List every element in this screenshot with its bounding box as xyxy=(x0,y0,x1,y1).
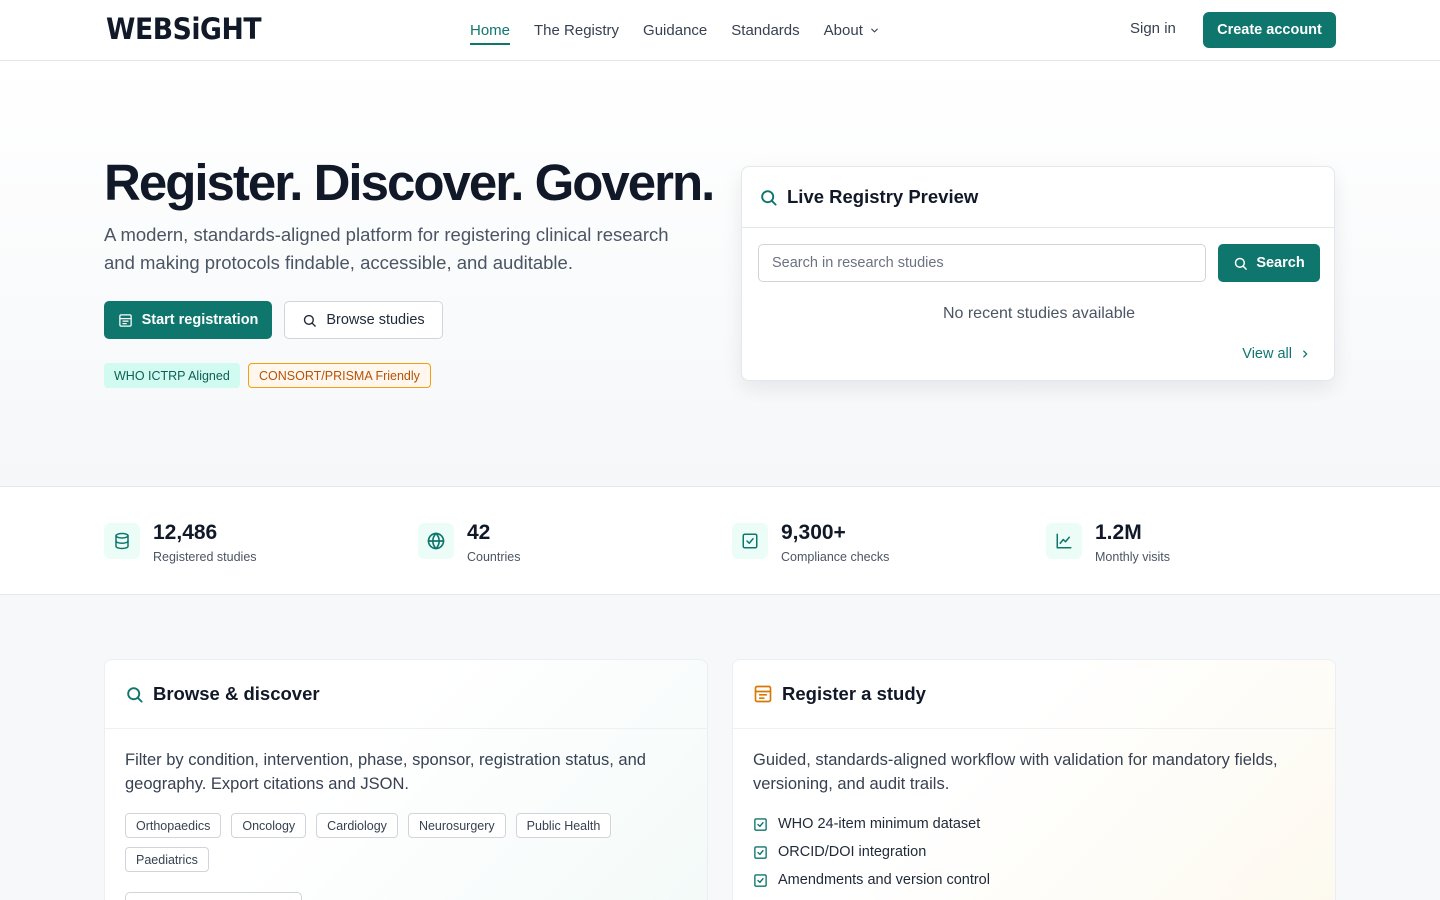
who-badge: WHO ICTRP Aligned xyxy=(104,363,240,388)
register-card: Register a study Guided, standards-align… xyxy=(732,659,1336,900)
search-icon xyxy=(125,685,144,704)
nav-home[interactable]: Home xyxy=(470,0,511,60)
database-icon xyxy=(104,523,140,559)
nav-about[interactable]: About xyxy=(824,0,880,60)
stat-label: Compliance checks xyxy=(781,550,890,564)
tag-orthopaedics[interactable]: Orthopaedics xyxy=(125,813,222,838)
browse-studies-button[interactable]: Browse studies xyxy=(284,301,443,339)
tag-neurosurgery[interactable]: Neurosurgery xyxy=(407,813,506,838)
search-icon xyxy=(759,188,778,207)
live-registry-preview: Live Registry Preview Search No recent s… xyxy=(741,166,1335,381)
start-registration-button[interactable]: Start registration xyxy=(104,301,272,339)
stat-countries: 42 Countries xyxy=(418,522,521,564)
browse-card: Browse & discover Filter by condition, i… xyxy=(104,659,708,900)
check-square-icon xyxy=(753,845,768,860)
check-item-label: Amendments and version control xyxy=(778,872,990,888)
stat-monthly-visits: 1.2M Monthly visits xyxy=(1046,522,1170,564)
stats-bar: 12,486 Registered studies 42 Countries 9… xyxy=(0,486,1440,595)
form-icon xyxy=(753,684,773,704)
start-registration-label: Start registration xyxy=(141,312,259,328)
features-section: Browse & discover Filter by condition, i… xyxy=(0,595,1440,900)
chevron-right-icon xyxy=(1300,348,1310,360)
preview-title: Live Registry Preview xyxy=(787,186,979,207)
empty-message: No recent studies available xyxy=(942,305,1136,322)
stat-value: 9,300+ xyxy=(781,521,846,544)
nav-registry[interactable]: The Registry xyxy=(534,0,619,60)
stat-label: Countries xyxy=(467,550,521,564)
register-checklist: WHO 24-item minimum dataset ORCID/DOI in… xyxy=(753,815,990,889)
view-all-label: View all xyxy=(1242,346,1292,362)
check-item: Amendments and version control xyxy=(753,871,990,889)
check-item: ORCID/DOI integration xyxy=(753,843,990,861)
register-card-header: Register a study xyxy=(733,660,1335,729)
stat-label: Monthly visits xyxy=(1095,550,1171,564)
check-square-icon xyxy=(753,873,768,888)
check-item-label: WHO 24-item minimum dataset xyxy=(778,816,981,832)
check-item-label: ORCID/DOI integration xyxy=(778,844,927,860)
stat-value: 42 xyxy=(467,521,491,544)
main-nav: Home The Registry Guidance Standards Abo… xyxy=(470,0,880,60)
browse-card-title: Browse & discover xyxy=(153,683,320,704)
preview-header: Live Registry Preview xyxy=(742,167,1334,228)
register-card-text: Guided, standards-aligned workflow with … xyxy=(753,751,1278,793)
condition-tags: Orthopaedics Oncology Cardiology Neurosu… xyxy=(125,813,645,872)
search-icon xyxy=(302,313,317,328)
stat-compliance-checks: 9,300+ Compliance checks xyxy=(732,522,889,564)
nav-standards[interactable]: Standards xyxy=(731,0,799,60)
hero-subtitle: A modern, standards-aligned platform for… xyxy=(104,224,669,273)
register-card-title: Register a study xyxy=(782,683,926,704)
site-logo[interactable]: WEBSiGHT xyxy=(106,12,262,46)
tag-paediatrics[interactable]: Paediatrics xyxy=(125,847,209,872)
nav-guidance[interactable]: Guidance xyxy=(643,0,707,60)
search-button[interactable]: Search xyxy=(1218,244,1320,282)
check-square-icon xyxy=(753,817,768,832)
tag-cardiology[interactable]: Cardiology xyxy=(316,813,398,838)
browse-card-text: Filter by condition, intervention, phase… xyxy=(125,751,646,793)
stat-label: Registered studies xyxy=(153,550,257,564)
stat-value: 12,486 xyxy=(153,521,218,544)
check-item: WHO 24-item minimum dataset xyxy=(753,815,990,833)
check-square-icon xyxy=(732,523,768,559)
study-search-input[interactable] xyxy=(758,244,1206,282)
consort-badge: CONSORT/PRISMA Friendly xyxy=(248,363,431,388)
stat-registered-studies: 12,486 Registered studies xyxy=(104,522,257,564)
sign-in-link[interactable]: Sign in xyxy=(1130,20,1176,37)
search-button-label: Search xyxy=(1256,255,1305,271)
form-icon xyxy=(118,313,133,328)
tag-oncology[interactable]: Oncology xyxy=(231,813,307,838)
view-all-link[interactable]: View all xyxy=(1242,346,1310,362)
hero-section: Register. Discover. Govern. A modern, st… xyxy=(0,61,1440,486)
create-account-button[interactable]: Create account xyxy=(1203,12,1336,48)
line-chart-icon xyxy=(1046,523,1082,559)
browse-studies-label: Browse studies xyxy=(326,312,425,328)
site-header: WEBSiGHT Home The Registry Guidance Stan… xyxy=(0,0,1440,61)
search-icon xyxy=(1233,256,1248,271)
browse-card-header: Browse & discover xyxy=(105,660,707,729)
tag-public-health[interactable]: Public Health xyxy=(515,813,612,838)
chevron-down-icon xyxy=(869,25,880,36)
nav-about-label: About xyxy=(823,21,863,39)
browse-card-action[interactable] xyxy=(125,892,302,900)
hero-title: Register. Discover. Govern. xyxy=(104,154,715,211)
stat-value: 1.2M xyxy=(1095,521,1142,544)
globe-icon xyxy=(418,523,454,559)
